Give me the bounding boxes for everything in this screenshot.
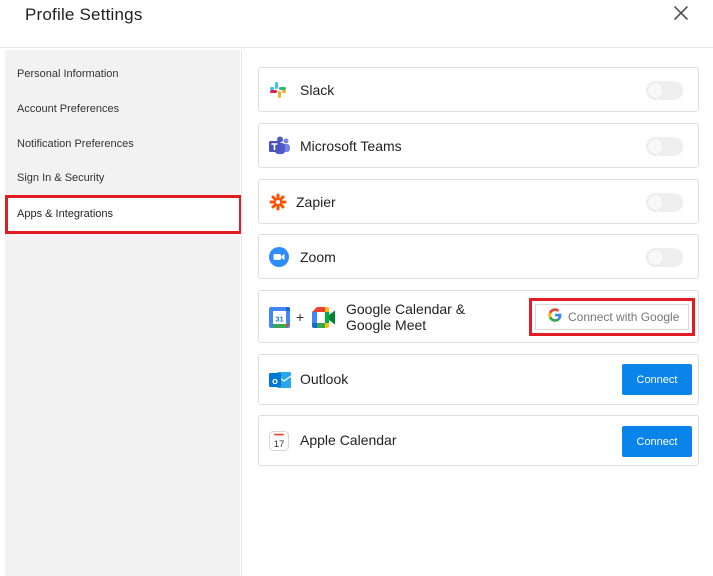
- apple-calendar-connect-button[interactable]: Connect: [622, 426, 692, 457]
- google-meet-icon: [312, 307, 336, 333]
- integration-card-zoom: Zoom: [258, 234, 699, 279]
- zoom-toggle[interactable]: [646, 248, 683, 267]
- svg-text:o: o: [272, 376, 278, 387]
- integration-card-outlook: o Outlook Connect: [258, 354, 699, 405]
- modal-header: Profile Settings: [0, 0, 713, 48]
- integration-name: Outlook: [300, 371, 349, 387]
- integration-name: Zoom: [300, 249, 336, 265]
- sidebar: Personal Information Account Preferences…: [5, 50, 242, 576]
- integration-name-line2: Google Meet: [346, 317, 427, 333]
- sidebar-item-notification-preferences[interactable]: Notification Preferences: [17, 138, 134, 150]
- integration-name: Slack: [300, 82, 335, 98]
- integration-card-apple-calendar: 17 Apple Calendar Connect: [258, 415, 699, 466]
- integration-card-slack: Slack: [258, 67, 699, 112]
- connect-google-highlight: Connect with Google: [529, 298, 695, 336]
- apple-calendar-icon: 17: [269, 431, 289, 451]
- zapier-icon: [269, 193, 287, 211]
- outlook-connect-button[interactable]: Connect: [622, 364, 692, 395]
- zapier-toggle[interactable]: [646, 193, 683, 212]
- panel-divider: [241, 50, 242, 576]
- outlook-icon: o: [269, 370, 291, 390]
- integration-card-microsoft-teams: Microsoft Teams: [258, 123, 699, 168]
- page-title: Profile Settings: [25, 5, 143, 24]
- zoom-icon: [269, 247, 289, 267]
- integration-name: Apple Calendar: [300, 432, 397, 448]
- integration-name: Google Calendar &: [346, 301, 466, 317]
- microsoft-teams-toggle[interactable]: [646, 137, 683, 156]
- sidebar-item-apps-integrations[interactable]: Apps & Integrations: [5, 195, 242, 234]
- connect-with-google-label: Connect with Google: [568, 310, 680, 324]
- integration-name: Zapier: [296, 194, 336, 210]
- close-icon[interactable]: [672, 4, 690, 22]
- google-g-icon: [548, 307, 562, 327]
- connect-with-google-button[interactable]: Connect with Google: [535, 304, 689, 330]
- svg-text:31: 31: [275, 315, 283, 324]
- svg-text:17: 17: [274, 439, 285, 450]
- sidebar-item-label: Apps & Integrations: [17, 208, 114, 220]
- sidebar-item-sign-in-security[interactable]: Sign In & Security: [17, 172, 104, 184]
- microsoft-teams-icon: [269, 136, 291, 156]
- sidebar-item-account-preferences[interactable]: Account Preferences: [17, 103, 119, 115]
- slack-icon: [269, 81, 287, 99]
- integration-card-google: 31 + Google Calendar & Google Meet Conne…: [258, 290, 699, 343]
- integration-name: Microsoft Teams: [300, 138, 402, 154]
- integration-card-zapier: Zapier: [258, 179, 699, 224]
- google-calendar-icon: 31: [269, 307, 290, 328]
- sidebar-item-personal-information[interactable]: Personal Information: [17, 68, 119, 80]
- plus-sign: +: [296, 309, 305, 325]
- slack-toggle[interactable]: [646, 81, 683, 100]
